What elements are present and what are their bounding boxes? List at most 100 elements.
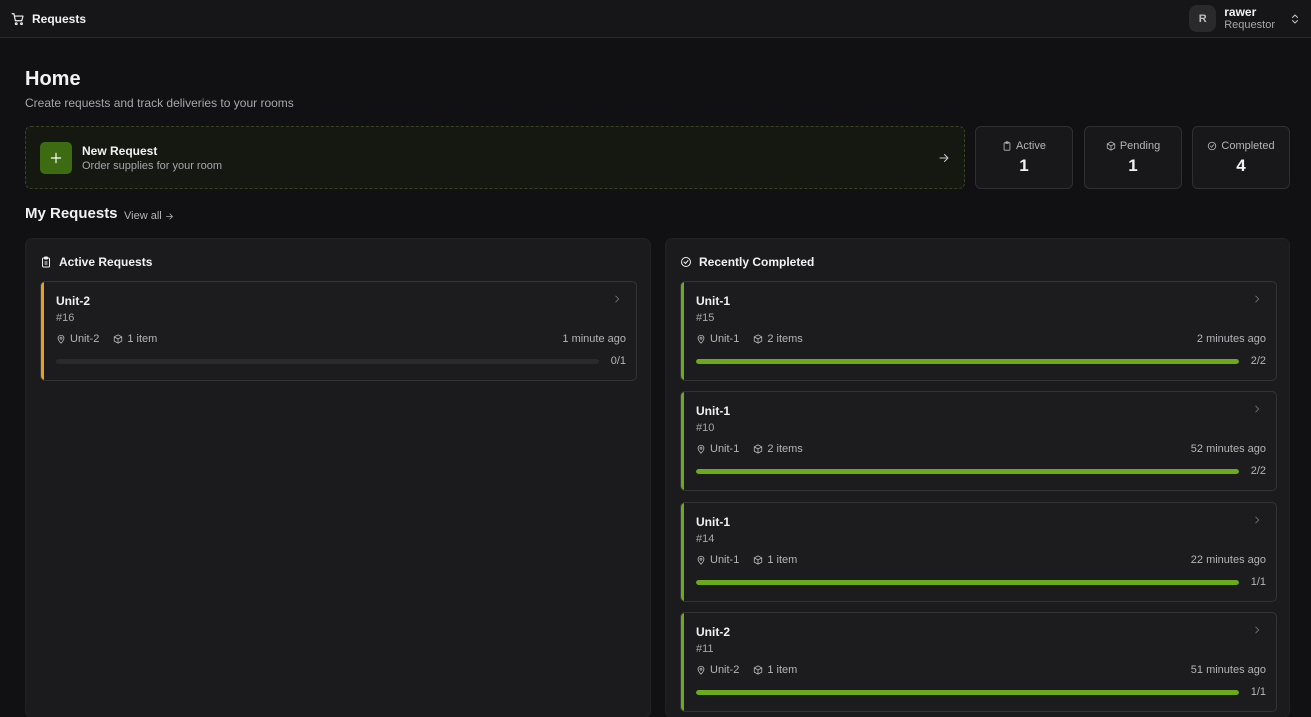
card-number: #14	[696, 533, 715, 545]
progress-bar	[696, 690, 1239, 695]
clipboard-icon	[42, 256, 50, 268]
card-number: #16	[56, 312, 75, 324]
progress-label: 2/2	[1250, 465, 1266, 477]
panel-title: Active Requests	[59, 255, 153, 269]
card-items: 1 item	[127, 333, 158, 345]
package-icon	[1106, 140, 1115, 151]
card-unit: Unit-2	[56, 294, 90, 308]
stat-label: Pending	[1119, 139, 1161, 152]
package-icon	[754, 555, 763, 565]
page-subtitle: Create requests and track deliveries to …	[25, 96, 294, 110]
package-icon	[754, 444, 763, 454]
arrow-right-icon	[939, 153, 949, 162]
chevron-right-icon	[1255, 516, 1260, 524]
progress-fill	[696, 359, 1239, 364]
chevron-right-icon	[1255, 405, 1260, 413]
cart-icon	[11, 12, 24, 25]
status-stripe	[681, 282, 684, 380]
user-name: rawer	[1224, 4, 1257, 19]
progress-fill	[696, 469, 1239, 474]
card-items: 2 items	[767, 333, 803, 345]
card-number: #10	[696, 422, 715, 434]
card-number: #15	[696, 312, 715, 324]
progress-label: 1/1	[1250, 576, 1266, 588]
status-stripe	[681, 613, 684, 711]
card-unit: Unit-2	[696, 625, 730, 639]
card-number: #11	[696, 643, 714, 655]
new-request-subtitle: Order supplies for your room	[82, 159, 222, 172]
chevron-right-icon	[1255, 626, 1260, 634]
user-role: Requestor	[1224, 18, 1275, 31]
progress-fill	[696, 580, 1239, 585]
map-pin-icon	[697, 555, 705, 565]
progress-bar	[696, 580, 1239, 585]
card-time: 51 minutes ago	[1190, 664, 1266, 676]
card-unit: Unit-1	[696, 404, 730, 418]
card-location: Unit-1	[710, 443, 740, 455]
map-pin-icon	[697, 665, 705, 675]
request-card[interactable]: Unit-2 #16 Unit-2 1 item 1 minute ago 0/…	[40, 281, 637, 381]
card-items: 2 items	[767, 443, 803, 455]
recently-completed-panel: Recently Completed Unit-1 #15 Unit-1 2 i…	[665, 238, 1290, 717]
stat-label: Completed	[1221, 139, 1275, 152]
stat-active[interactable]: Active 1	[975, 126, 1073, 189]
request-card[interactable]: Unit-1 #14 Unit-1 1 item 22 minutes ago …	[680, 502, 1277, 602]
plus-icon	[50, 152, 62, 163]
map-pin-icon	[57, 334, 65, 344]
progress-label: 2/2	[1250, 355, 1266, 367]
card-unit: Unit-1	[696, 515, 730, 529]
view-all-link[interactable]: View all	[124, 210, 174, 222]
progress-fill	[696, 690, 1239, 695]
chevron-up-down-icon	[1292, 14, 1298, 23]
request-card[interactable]: Unit-1 #15 Unit-1 2 items 2 minutes ago …	[680, 281, 1277, 381]
card-location: Unit-1	[710, 554, 740, 566]
page-title: Home	[25, 68, 81, 90]
chevron-right-icon	[1255, 295, 1260, 303]
package-icon	[754, 665, 763, 675]
plus-icon-box	[40, 141, 72, 174]
map-pin-icon	[697, 334, 705, 344]
arrow-right-icon	[165, 213, 173, 219]
package-icon	[114, 334, 123, 344]
status-stripe	[681, 392, 684, 490]
section-title: My Requests	[25, 205, 118, 222]
card-time: 22 minutes ago	[1190, 554, 1266, 566]
user-menu[interactable]: R rawer Requestor	[1189, 5, 1301, 32]
card-unit: Unit-1	[696, 294, 730, 308]
card-location: Unit-1	[710, 333, 740, 345]
progress-bar	[696, 359, 1239, 364]
card-time: 1 minute ago	[562, 333, 626, 345]
progress-bar	[696, 469, 1239, 474]
card-time: 52 minutes ago	[1190, 443, 1266, 455]
progress-label: 0/1	[610, 355, 626, 367]
check-circle-icon	[681, 257, 691, 267]
request-card[interactable]: Unit-1 #10 Unit-1 2 items 52 minutes ago…	[680, 391, 1277, 491]
stat-pending[interactable]: Pending 1	[1084, 126, 1182, 189]
top-bar: Requests R rawer Requestor	[0, 0, 1311, 38]
status-stripe	[681, 503, 684, 601]
stat-value: 4	[1236, 155, 1246, 175]
request-card[interactable]: Unit-2 #11 Unit-2 1 item 51 minutes ago …	[680, 612, 1277, 712]
progress-bar	[56, 359, 599, 364]
stat-value: 1	[1019, 155, 1029, 175]
avatar: R	[1189, 5, 1217, 32]
check-circle-icon	[1208, 141, 1217, 150]
stat-label: Active	[1016, 139, 1046, 152]
clipboard-icon	[1003, 140, 1011, 151]
stat-value: 1	[1128, 155, 1138, 175]
view-all-label: View all	[124, 210, 162, 222]
card-items: 1 item	[767, 664, 798, 676]
map-pin-icon	[697, 444, 705, 454]
card-time: 2 minutes ago	[1196, 333, 1266, 345]
card-items: 1 item	[767, 554, 798, 566]
app-title: Requests	[32, 11, 87, 26]
new-request-button[interactable]: New Request Order supplies for your room	[25, 126, 965, 189]
chevron-right-icon	[615, 295, 620, 303]
new-request-title: New Request	[82, 143, 158, 158]
package-icon	[754, 334, 763, 344]
status-stripe	[41, 282, 44, 380]
panel-title: Recently Completed	[699, 255, 815, 269]
progress-label: 1/1	[1250, 686, 1266, 698]
stat-completed[interactable]: Completed 4	[1192, 126, 1290, 189]
app-brand[interactable]: Requests	[11, 12, 86, 26]
